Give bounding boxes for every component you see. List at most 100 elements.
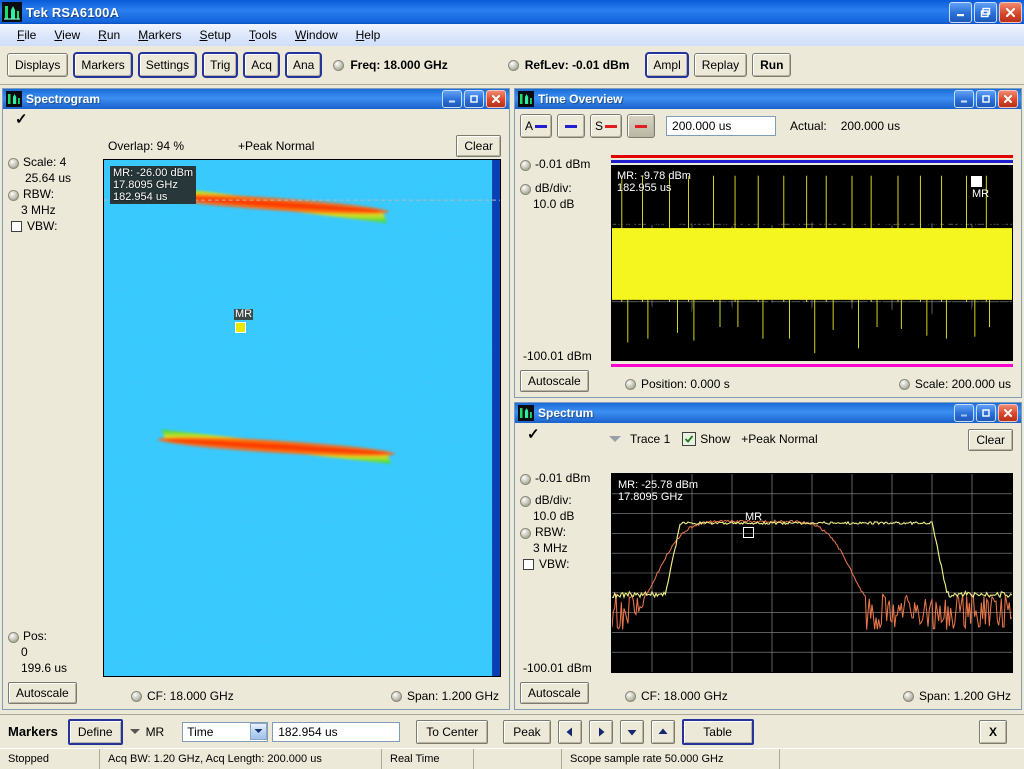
restore-icon[interactable] [974, 2, 997, 23]
marker-value-input[interactable]: 182.954 us [272, 721, 401, 742]
menu-item-view[interactable]: View [45, 26, 89, 44]
spectrum-enable-check[interactable]: ✓ [519, 427, 540, 442]
scale-knob-icon[interactable] [8, 158, 19, 169]
trig-button[interactable]: Trig [202, 52, 239, 78]
restore-icon[interactable] [976, 90, 996, 108]
time-overview-scale-row[interactable]: Scale: 200.000 us [898, 377, 1011, 391]
ampl-button[interactable]: Ampl [645, 52, 689, 78]
cf-knob-icon[interactable] [625, 690, 636, 702]
trace-dropdown-icon[interactable] [609, 436, 621, 442]
close-icon[interactable] [486, 90, 506, 108]
span-knob-icon[interactable] [390, 690, 402, 702]
time-overview-top-level: -0.01 dBm [535, 157, 591, 171]
position-knob-icon[interactable] [625, 378, 636, 390]
acq-marker-b-button[interactable] [557, 114, 586, 138]
time-overview-plot[interactable]: MR: -9.78 dBm 182.955 us MR [611, 165, 1013, 361]
time-overview-position-row[interactable]: Position: 0.000 s [625, 377, 730, 391]
markers-close-button[interactable]: X [979, 719, 1007, 744]
marker-left-button[interactable] [557, 719, 582, 744]
spectrum-vbw-row[interactable]: VBW: [515, 557, 615, 571]
spectrum-dbdiv-label: dB/div: [535, 493, 572, 507]
acq-marker-a-button[interactable]: A [520, 114, 553, 138]
replay-button[interactable]: Replay [693, 53, 748, 77]
analysis-length-input[interactable]: 200.000 us [666, 116, 777, 136]
rbw-knob-icon[interactable] [8, 190, 19, 201]
minimize-icon[interactable] [954, 90, 974, 108]
spectrogram-plot[interactable]: MR: -26.00 dBm 17.8095 GHz 182.954 us MR [103, 159, 501, 677]
markers-button[interactable]: Markers [73, 52, 133, 78]
spectrogram-vbw-row[interactable]: VBW: [3, 219, 103, 233]
run-button[interactable]: Run [752, 53, 792, 77]
vbw-checkbox[interactable] [11, 221, 22, 232]
menu-item-markers[interactable]: Markers [129, 26, 190, 44]
spectrum-rbw-row[interactable]: RBW: [515, 525, 615, 539]
acq-button[interactable]: Acq [243, 52, 280, 78]
peak-button[interactable]: Peak [503, 719, 551, 744]
spectrum-dbdiv-row[interactable]: dB/div: [515, 493, 615, 507]
pos-knob-icon[interactable] [8, 632, 19, 643]
menu-item-help[interactable]: Help [347, 26, 390, 44]
close-icon[interactable] [998, 404, 1018, 422]
close-icon[interactable] [999, 2, 1022, 23]
reflev-knob-icon[interactable] [507, 59, 519, 71]
time-overview-dbdiv-row[interactable]: dB/div: [515, 181, 615, 195]
to-center-button[interactable]: To Center [416, 719, 489, 744]
scale-knob-icon[interactable] [898, 378, 910, 390]
close-icon[interactable] [998, 90, 1018, 108]
analysis-marker-toggle-button[interactable] [627, 114, 656, 138]
dbdiv-knob-icon[interactable] [520, 184, 531, 195]
spectrogram-enable-check[interactable]: ✓ [7, 112, 28, 127]
marker-up-button[interactable] [650, 719, 675, 744]
spectrogram-pos-row[interactable]: Pos: [3, 629, 103, 643]
spectrum-autoscale-button[interactable]: Autoscale [520, 682, 589, 704]
displays-button[interactable]: Displays [7, 53, 69, 77]
ref-level-knob-icon[interactable] [520, 474, 531, 485]
chevron-down-icon[interactable] [250, 722, 268, 740]
marker-select-chevron-icon[interactable] [129, 729, 140, 734]
time-overview-toplevel-row[interactable]: -0.01 dBm [515, 157, 615, 171]
vbw-checkbox[interactable] [523, 559, 534, 570]
marker-down-button[interactable] [619, 719, 644, 744]
span-knob-icon[interactable] [902, 690, 914, 702]
spectrum-toplevel-row[interactable]: -0.01 dBm [515, 471, 615, 485]
cf-knob-icon[interactable] [131, 690, 142, 702]
menu-item-file[interactable]: File [8, 26, 45, 44]
time-overview-marker[interactable] [971, 176, 982, 187]
menu-item-setup[interactable]: Setup [191, 26, 240, 44]
spectrogram-scale-row[interactable]: Scale: 4 [3, 155, 103, 169]
spectrum-marker[interactable] [743, 527, 754, 538]
spectrogram-rbw-row[interactable]: RBW: [3, 187, 103, 201]
spectrogram-scale-label: Scale: 4 [23, 155, 67, 169]
rbw-knob-icon[interactable] [520, 528, 531, 539]
marker-mode-select[interactable]: Time [182, 721, 269, 742]
ref-level-knob-icon[interactable] [520, 160, 531, 171]
table-button[interactable]: Table [681, 718, 754, 745]
freq-knob-icon[interactable] [333, 59, 345, 71]
spectrogram-clear-button[interactable]: Clear [456, 135, 501, 157]
minimize-icon[interactable] [954, 404, 974, 422]
marker-right-button[interactable] [588, 719, 613, 744]
settings-button[interactable]: Settings [137, 52, 198, 78]
restore-icon[interactable] [464, 90, 484, 108]
time-overview-autoscale-button[interactable]: Autoscale [520, 370, 589, 392]
analysis-marker-s-button[interactable]: S [590, 114, 623, 138]
spectrum-plot[interactable]: MR: -25.78 dBm 17.8095 GHz MR [611, 473, 1013, 673]
minimize-icon[interactable] [949, 2, 972, 23]
menu-item-run[interactable]: Run [89, 26, 129, 44]
spectrum-cf-row[interactable]: CF: 18.000 GHz [625, 689, 728, 703]
arrow-right-icon [598, 727, 605, 736]
spectrogram-marker[interactable] [235, 322, 246, 333]
spectrum-clear-button[interactable]: Clear [968, 429, 1013, 451]
spectrogram-span-row[interactable]: Span: 1.200 GHz [390, 689, 499, 703]
ana-button[interactable]: Ana [284, 52, 323, 78]
spectrogram-autoscale-button[interactable]: Autoscale [8, 682, 77, 704]
spectrum-span-row[interactable]: Span: 1.200 GHz [902, 689, 1011, 703]
define-button[interactable]: Define [67, 718, 123, 745]
show-checkbox[interactable] [682, 432, 697, 446]
menu-item-window[interactable]: Window [286, 26, 347, 44]
spectrogram-cf-row[interactable]: CF: 18.000 GHz [131, 689, 234, 703]
restore-icon[interactable] [976, 404, 996, 422]
minimize-icon[interactable] [442, 90, 462, 108]
dbdiv-knob-icon[interactable] [520, 496, 531, 507]
menu-item-tools[interactable]: Tools [240, 26, 286, 44]
